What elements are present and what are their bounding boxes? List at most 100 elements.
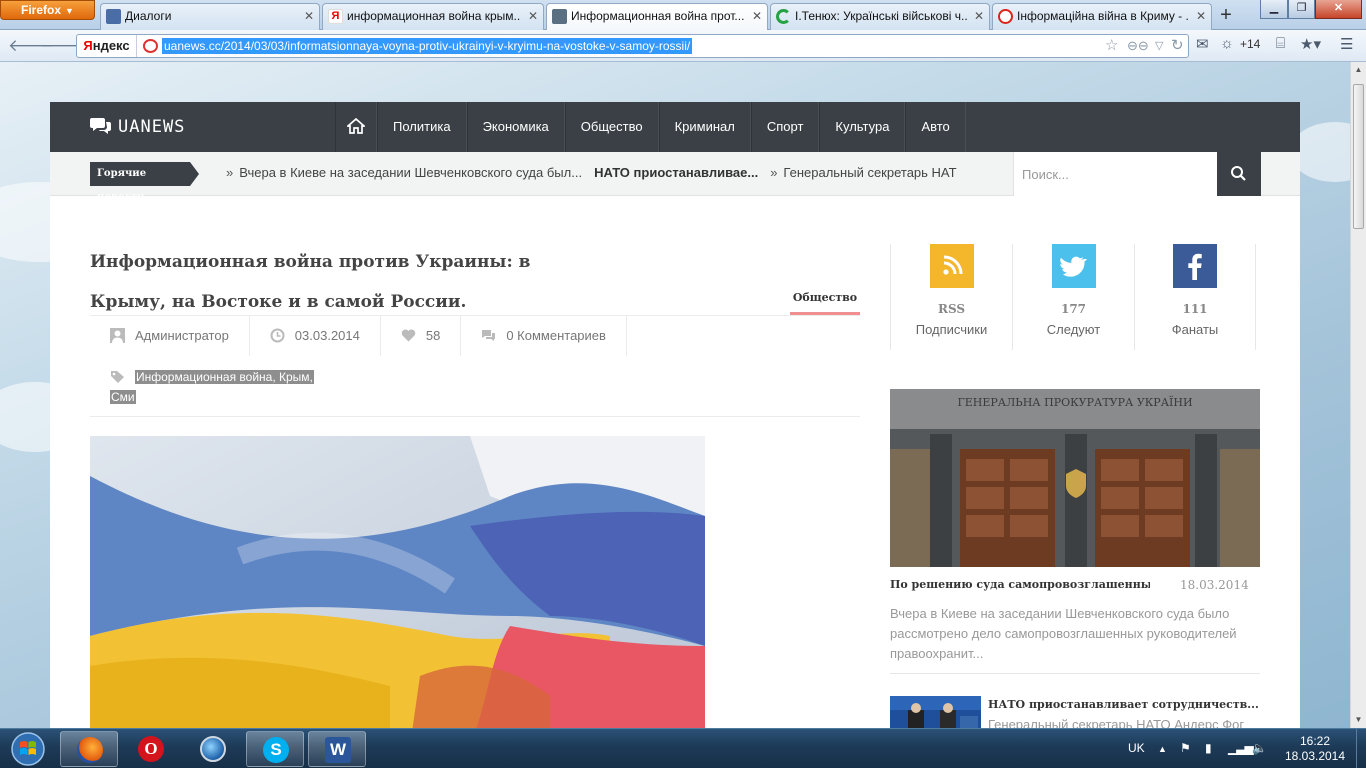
menu-item-society[interactable]: Общество [564, 102, 659, 152]
scrollbar-thumb[interactable] [1353, 84, 1364, 229]
taskbar-word[interactable]: W [308, 731, 366, 767]
tab-dialogs[interactable]: Диалоги ✕ [100, 3, 320, 30]
close-window-button[interactable]: ✕ [1315, 0, 1362, 19]
show-desktop-button[interactable] [1356, 729, 1366, 768]
action-center-flag-icon[interactable]: ⚑ [1180, 741, 1191, 755]
menu-item-culture[interactable]: Культура [819, 102, 906, 152]
tab-uanews-article[interactable]: Информационная война прот... ✕ [546, 3, 768, 31]
page-viewport: UANEWS Политика Экономика Общество Крими… [0, 62, 1350, 728]
chat-bubbles-icon [90, 118, 111, 134]
reload-icon[interactable]: ↻ [1171, 36, 1184, 54]
rss-counter[interactable]: RSS Подписчики [890, 244, 1012, 350]
taskbar-firefox[interactable] [60, 731, 118, 767]
author-meta[interactable]: Администратор [90, 316, 250, 356]
close-icon[interactable]: ✕ [304, 4, 314, 28]
vertical-scrollbar[interactable]: ▲ ▼ [1350, 62, 1366, 728]
facebook-count: 111 [1182, 302, 1208, 316]
tab-bar: Firefox ▼ Диалоги ✕ Я информационная войн… [0, 0, 1366, 31]
tab-label: І.Тенюх: Українські військові ч... [795, 9, 967, 23]
twitter-counter[interactable]: 177 Следуют [1012, 244, 1134, 350]
news-title[interactable]: НАТО приостанавливает сотрудничеств... [988, 698, 1259, 711]
rss-label: Подписчики [915, 322, 988, 337]
article-title: Информационная война против Украины: в К… [90, 252, 531, 312]
tags-icon [111, 371, 124, 383]
bookmarks-menu-icon[interactable]: ★▾ [1300, 35, 1321, 53]
weather-sun-icon: ☼ [1220, 35, 1234, 52]
home-menu-item[interactable] [335, 102, 377, 152]
battery-icon[interactable]: ▮ [1205, 741, 1212, 755]
url-text[interactable]: uanews.cc/2014/03/03/informatsionnaya-vo… [162, 38, 693, 54]
mail-icon[interactable]: ✉ [1196, 35, 1209, 53]
reader-glasses-icon[interactable]: ⊖⊖ [1127, 38, 1149, 54]
system-clock[interactable]: 16:22 18.03.2014 [1282, 734, 1348, 764]
network-signal-icon[interactable]: ▁▃▅ [1228, 741, 1254, 755]
facebook-counter[interactable]: 111 Фанаты [1134, 244, 1256, 350]
tab-tenyukh-news[interactable]: І.Тенюх: Українські військові ч... ✕ [770, 3, 990, 30]
bookmark-star-icon[interactable]: ☆ [1105, 36, 1118, 54]
featured-news-title[interactable]: По решению суда самопровозглашенных... [890, 578, 1150, 591]
news-ticker: » Вчера в Киеве на заседании Шевченковско… [226, 165, 960, 185]
downloads-icon[interactable]: ⌸ [1276, 35, 1285, 52]
firefox-menu-button[interactable]: Firefox ▼ [0, 0, 95, 20]
show-hidden-icons-icon[interactable]: ▲ [1158, 744, 1167, 754]
back-button[interactable]: 🡐 [8, 34, 54, 58]
menu-item-crime[interactable]: Криминал [658, 102, 751, 152]
tag-links[interactable]: Информационная война, Крым, [135, 370, 314, 384]
volume-icon[interactable]: 🔈 [1252, 741, 1267, 755]
rss-count: RSS [937, 302, 966, 316]
close-icon[interactable]: ✕ [1196, 4, 1206, 28]
weather-temperature[interactable]: +14 [1240, 37, 1260, 51]
ticker-item[interactable]: НАТО приостанавливае... [594, 165, 758, 180]
taskbar-google-earth[interactable] [184, 731, 242, 767]
featured-news-excerpt: Вчера в Киеве на заседании Шевченковског… [890, 606, 1237, 661]
word-icon: W [325, 737, 351, 763]
url-bar[interactable]: Яндекс uanews.cc/2014/03/03/informatsion… [76, 34, 1189, 58]
menu-item-economy[interactable]: Экономика [466, 102, 565, 152]
featured-news-image[interactable]: ГЕНЕРАЛЬНА ПРОКУРАТУРА УКРАЇНИ [890, 389, 1260, 567]
forward-button[interactable]: 🡒 [40, 34, 86, 58]
dropdown-arrow-icon: ▼ [65, 6, 74, 16]
nato-press-photo [890, 696, 981, 728]
opera-icon: O [138, 736, 164, 762]
tab-yandex-search[interactable]: Я информационная война крым... ✕ [322, 3, 544, 30]
site-identity-icon[interactable] [143, 39, 158, 53]
close-icon[interactable]: ✕ [974, 4, 984, 28]
scroll-up-icon[interactable]: ▲ [1351, 62, 1366, 77]
breaking-news-label: Горячие новости [90, 162, 199, 203]
tag-links[interactable]: Сми [110, 390, 136, 404]
tab-crimea-info-war[interactable]: Інформаційна війна в Криму - ... ✕ [992, 3, 1212, 30]
site-container: UANEWS Политика Экономика Общество Крими… [50, 102, 1300, 728]
site-logo[interactable]: UANEWS [90, 115, 185, 139]
search-input[interactable] [1014, 152, 1217, 196]
news-thumbnail[interactable] [890, 696, 981, 728]
clock-time: 16:22 [1299, 734, 1331, 748]
maximize-button[interactable]: ❐ [1288, 0, 1315, 19]
history-dropdown-icon[interactable]: ▽ [1155, 39, 1163, 52]
rss-icon [929, 244, 974, 288]
menu-item-politics[interactable]: Политика [377, 102, 467, 152]
likes-count: 58 [425, 328, 441, 343]
twitter-icon [1051, 244, 1096, 288]
social-counters: RSS Подписчики 177 Следуют 111 Фанаты [890, 244, 1260, 350]
search-button[interactable] [1217, 152, 1261, 196]
new-tab-button[interactable]: + [1213, 4, 1239, 28]
close-icon[interactable]: ✕ [752, 4, 762, 28]
menu-icon[interactable]: ☰ [1340, 35, 1353, 53]
minimize-button[interactable]: ▁ [1260, 0, 1288, 19]
ticker-item[interactable]: » Вчера в Киеве на заседании Шевченковско… [226, 165, 582, 180]
taskbar-skype[interactable]: S [246, 731, 304, 767]
comments-meta[interactable]: 0 Комментариев [461, 316, 627, 356]
tab-label: информационная война крым... [347, 9, 521, 23]
close-icon[interactable]: ✕ [528, 4, 538, 28]
taskbar-opera[interactable]: O [122, 731, 180, 767]
ticker-item[interactable]: » Генеральный секретарь НАТ [770, 165, 956, 180]
menu-item-auto[interactable]: Авто [905, 102, 966, 152]
tab-label: Диалоги [125, 9, 172, 23]
category-badge[interactable]: Общество [790, 288, 860, 315]
scroll-down-icon[interactable]: ▼ [1351, 712, 1366, 727]
yandex-search-logo[interactable]: Яндекс [77, 35, 137, 57]
language-indicator[interactable]: UK [1128, 741, 1145, 755]
menu-item-sport[interactable]: Спорт [750, 102, 820, 152]
start-button[interactable] [4, 731, 52, 767]
likes-meta[interactable]: 58 [381, 316, 462, 356]
